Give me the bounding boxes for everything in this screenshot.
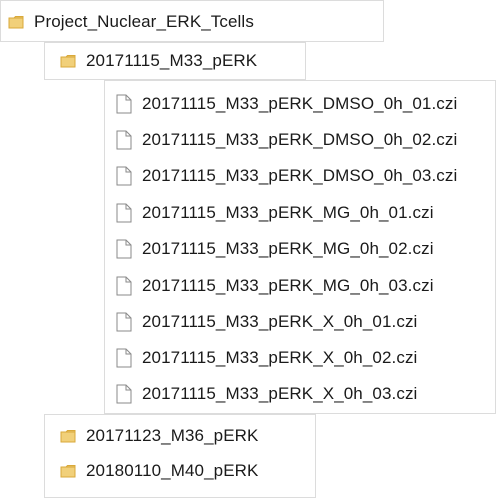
file-item-label: 20171115_M33_pERK_DMSO_0h_02.czi [142, 130, 458, 149]
file-item[interactable]: 20171115_M33_pERK_DMSO_0h_02.czi [116, 127, 457, 153]
file-item[interactable]: 20171115_M33_pERK_DMSO_0h_03.czi [116, 163, 457, 189]
file-icon [116, 203, 132, 223]
file-icon [116, 94, 132, 114]
file-item[interactable]: 20171115_M33_pERK_X_0h_02.czi [116, 345, 417, 371]
file-icon [116, 276, 132, 296]
folder-icon [60, 464, 76, 478]
tree-item-sibling-folder[interactable]: 20171123_M36_pERK [60, 424, 258, 448]
file-item[interactable]: 20171115_M33_pERK_MG_0h_03.czi [116, 273, 434, 299]
tree-item-root-folder[interactable]: Project_Nuclear_ERK_Tcells [8, 10, 254, 34]
file-item-label: 20171115_M33_pERK_X_0h_02.czi [142, 348, 418, 367]
tree-item-label: 20171123_M36_pERK [86, 426, 259, 445]
file-item[interactable]: 20171115_M33_pERK_X_0h_03.czi [116, 381, 417, 407]
folder-icon [60, 429, 76, 443]
tree-item-expanded-folder[interactable]: 20171115_M33_pERK [60, 49, 257, 73]
tree-item-label: 20180110_M40_pERK [86, 461, 259, 480]
file-item[interactable]: 20171115_M33_pERK_MG_0h_01.czi [116, 200, 434, 226]
folder-icon [8, 15, 24, 29]
file-icon [116, 384, 132, 404]
file-item-label: 20171115_M33_pERK_MG_0h_01.czi [142, 203, 434, 222]
file-icon [116, 348, 132, 368]
file-icon [116, 312, 132, 332]
tree-item-label: 20171115_M33_pERK [86, 51, 258, 70]
file-item-label: 20171115_M33_pERK_X_0h_01.czi [142, 312, 418, 331]
file-icon [116, 166, 132, 186]
file-item[interactable]: 20171115_M33_pERK_MG_0h_02.czi [116, 236, 434, 262]
file-item-label: 20171115_M33_pERK_X_0h_03.czi [142, 384, 418, 403]
file-item-label: 20171115_M33_pERK_MG_0h_02.czi [142, 239, 434, 258]
tree-item-label: Project_Nuclear_ERK_Tcells [34, 12, 254, 31]
file-item-label: 20171115_M33_pERK_DMSO_0h_01.czi [142, 94, 458, 113]
file-item-label: 20171115_M33_pERK_DMSO_0h_03.czi [142, 166, 458, 185]
file-item[interactable]: 20171115_M33_pERK_DMSO_0h_01.czi [116, 91, 457, 117]
file-item-label: 20171115_M33_pERK_MG_0h_03.czi [142, 276, 434, 295]
file-icon [116, 130, 132, 150]
folder-icon [60, 54, 76, 68]
file-item[interactable]: 20171115_M33_pERK_X_0h_01.czi [116, 309, 417, 335]
file-icon [116, 239, 132, 259]
tree-item-sibling-folder[interactable]: 20180110_M40_pERK [60, 459, 258, 483]
